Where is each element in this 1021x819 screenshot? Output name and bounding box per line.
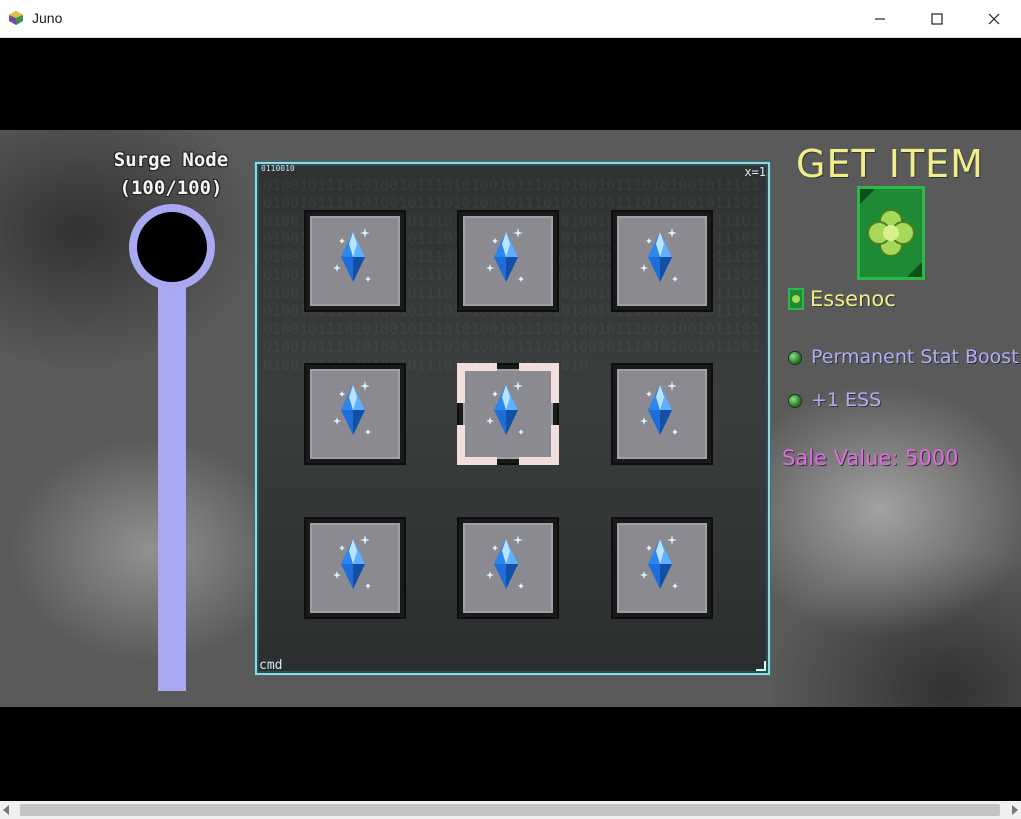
blue-crystal-icon xyxy=(640,228,678,282)
effect-bullet-icon xyxy=(789,395,801,407)
maximize-icon xyxy=(931,13,943,25)
surge-node-title: Surge Node xyxy=(113,149,229,171)
get-item-heading: GET ITEM xyxy=(796,142,984,186)
minimize-button[interactable] xyxy=(851,0,909,38)
panel-tag-top-right: x=1 xyxy=(744,165,766,179)
grid-slot-1[interactable] xyxy=(304,210,406,312)
blue-crystal-icon xyxy=(486,228,524,282)
grid-slot-2[interactable] xyxy=(457,210,559,312)
game-screen[interactable]: Surge Node (100/100) 0100101110101001011… xyxy=(0,130,1021,707)
close-button[interactable] xyxy=(965,0,1021,38)
grid-slot-6[interactable] xyxy=(611,363,713,465)
grid-slot-3[interactable] xyxy=(611,210,713,312)
selection-cursor-corner xyxy=(457,363,497,403)
grid-slot-4[interactable] xyxy=(304,363,406,465)
grid-slot-5[interactable] xyxy=(457,363,559,465)
blue-crystal-icon xyxy=(640,535,678,589)
surge-node-bar xyxy=(158,280,186,691)
scrollbar-thumb[interactable] xyxy=(20,804,1000,816)
grid-slot-8[interactable] xyxy=(457,517,559,619)
item-grid-panel: 0100101110101001011101010010111010100101… xyxy=(255,162,770,675)
grid-slot-7[interactable] xyxy=(304,517,406,619)
selection-cursor-corner xyxy=(519,425,559,465)
panel-corner-mark xyxy=(756,661,766,671)
reward-item-name: Essenoc xyxy=(810,287,896,311)
panel-tag-top-left: 0110010 xyxy=(261,164,295,173)
effect-permanent-stat-boost: Permanent Stat Boost xyxy=(811,346,1019,368)
window-titlebar: Juno xyxy=(0,0,1021,38)
scroll-left-icon[interactable] xyxy=(3,805,9,815)
panel-tag-bottom-left: cmd xyxy=(259,658,283,673)
horizontal-scrollbar[interactable] xyxy=(0,801,1021,819)
scroll-right-icon[interactable] xyxy=(1012,805,1018,815)
sale-value: Sale Value: 5000 xyxy=(782,446,959,470)
effect-ess: +1 ESS xyxy=(811,389,882,411)
blue-crystal-icon xyxy=(333,228,371,282)
selection-cursor-corner xyxy=(457,425,497,465)
window-title: Juno xyxy=(32,10,63,26)
surge-node-orb xyxy=(129,204,215,290)
selection-cursor-corner xyxy=(519,363,559,403)
juno-app-icon xyxy=(9,11,23,25)
surge-node-count: (100/100) xyxy=(119,177,223,199)
close-icon xyxy=(988,13,1000,25)
blue-crystal-icon xyxy=(640,381,678,435)
blue-crystal-icon xyxy=(333,535,371,589)
blue-crystal-icon xyxy=(333,381,371,435)
essenoc-small-icon xyxy=(788,288,804,310)
effect-bullet-icon xyxy=(789,352,801,364)
grid-slot-9[interactable] xyxy=(611,517,713,619)
minimize-icon xyxy=(875,18,885,20)
maximize-button[interactable] xyxy=(908,0,966,38)
surge-node-label: Surge Node (100/100) xyxy=(100,146,242,202)
essenoc-card-icon xyxy=(857,186,925,280)
reward-item-row: Essenoc xyxy=(788,287,896,311)
blue-crystal-icon xyxy=(486,535,524,589)
